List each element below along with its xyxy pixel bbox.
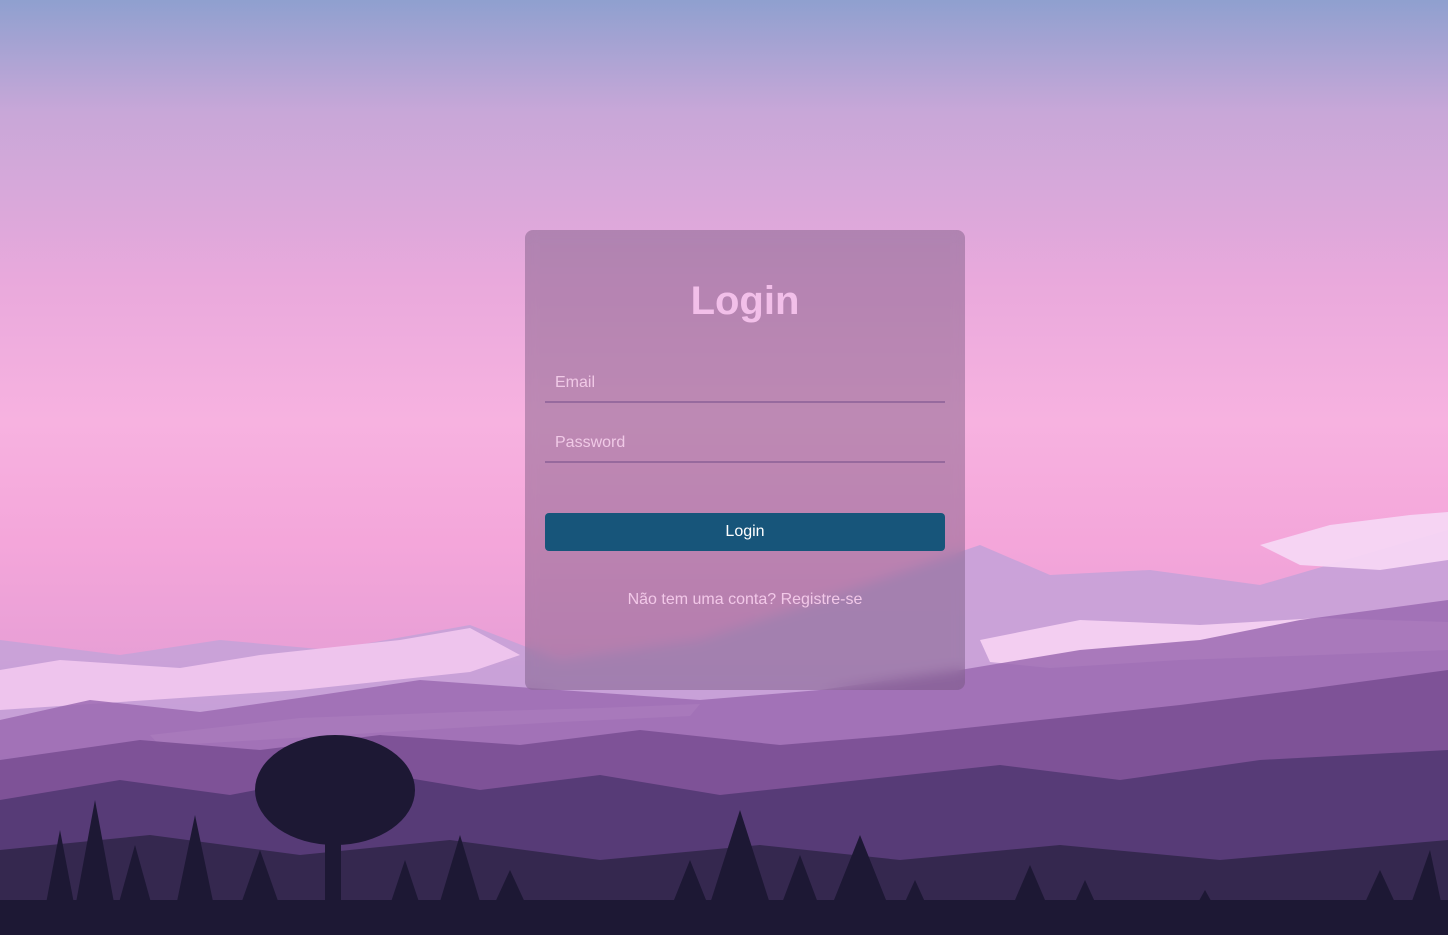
- email-field-wrapper: [545, 366, 945, 403]
- register-prompt-text: Não tem uma conta?: [627, 591, 777, 608]
- password-field-wrapper: [545, 426, 945, 463]
- email-input[interactable]: [545, 366, 945, 400]
- register-link[interactable]: Registre-se: [781, 591, 863, 608]
- login-card: Login Login Não tem uma conta? Registre-…: [525, 230, 965, 690]
- login-button[interactable]: Login: [545, 513, 945, 551]
- login-title: Login: [690, 279, 800, 323]
- register-prompt: Não tem uma conta? Registre-se: [545, 591, 945, 609]
- password-input[interactable]: [545, 426, 945, 460]
